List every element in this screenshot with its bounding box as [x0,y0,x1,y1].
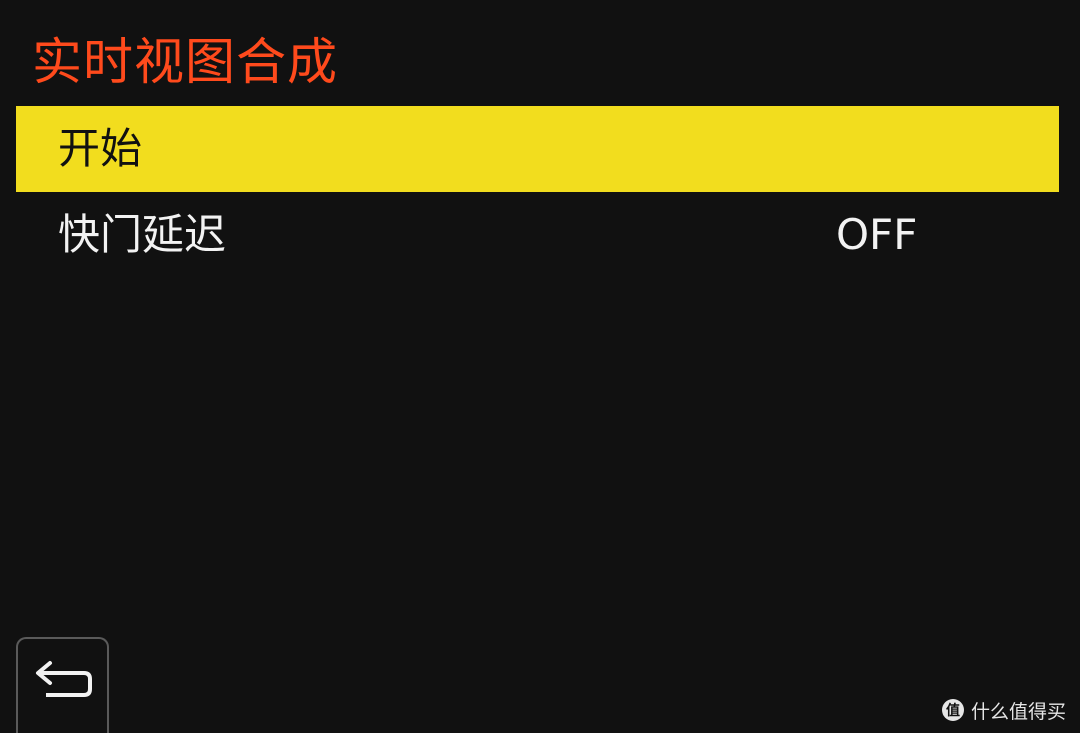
back-button[interactable] [16,637,109,733]
watermark-text: 什么值得买 [970,700,1066,723]
return-arrow-icon [36,661,92,697]
camera-menu-screen: 实时视图合成 开始 快门延迟 OFF 值 什么值得买 [0,0,1080,733]
menu-list: 开始 快门延迟 OFF [16,106,1059,278]
menu-item-label: 开始 [58,124,143,173]
menu-item-label: 快门延迟 [58,210,227,259]
menu-title: 实时视图合成 [32,33,338,91]
menu-item-start[interactable]: 开始 [16,106,1059,192]
menu-item-shutter-delay[interactable]: 快门延迟 OFF [16,192,1059,278]
svg-text:值: 值 [946,702,960,719]
menu-item-value: OFF [836,210,918,259]
watermark: 值 什么值得买 [941,697,1066,723]
smzdm-logo-icon: 值 [941,699,964,721]
